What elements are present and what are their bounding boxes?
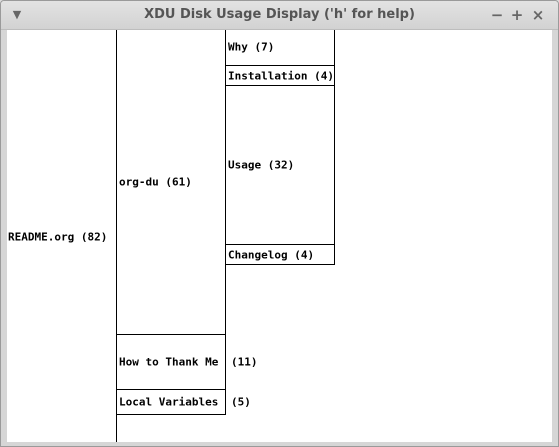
node-why[interactable]: Why (7) [225, 30, 335, 66]
node-installation[interactable]: Installation (4) [225, 65, 335, 86]
node-usage[interactable]: Usage (32) [225, 85, 335, 245]
node-label: org-du (61) [119, 175, 192, 188]
close-icon[interactable]: × [528, 5, 548, 25]
node-label: Why (7) [228, 40, 275, 54]
node-label: Usage (32) [228, 158, 295, 172]
node-changelog[interactable]: Changelog (4) [225, 244, 335, 265]
disk-usage-canvas[interactable]: README.org (82) org-du (61) How to Thank… [7, 30, 552, 442]
node-label: README.org (82) [8, 230, 108, 244]
node-size-label: (5) [231, 395, 251, 409]
node-readme[interactable]: README.org (82) [7, 30, 117, 442]
node-label: Changelog (4) [228, 248, 315, 261]
title-bar[interactable]: ▼ XDU Disk Usage Display ('h' for help) … [1, 1, 558, 30]
minimize-icon[interactable]: − [487, 5, 507, 25]
node-size-label: (11) [231, 355, 258, 369]
node-label: Installation (4) [228, 69, 334, 82]
xdu-window: ▼ XDU Disk Usage Display ('h' for help) … [0, 0, 559, 447]
window-title: XDU Disk Usage Display ('h' for help) [144, 7, 415, 22]
node-label: How to Thank Me [119, 355, 219, 369]
node-how-to-thank-me[interactable]: How to Thank Me [116, 334, 226, 390]
maximize-icon[interactable]: + [507, 5, 527, 25]
node-local-variables[interactable]: Local Variables [116, 389, 226, 415]
node-label: Local Variables [119, 395, 219, 409]
node-org-du[interactable]: org-du (61) [116, 30, 226, 335]
